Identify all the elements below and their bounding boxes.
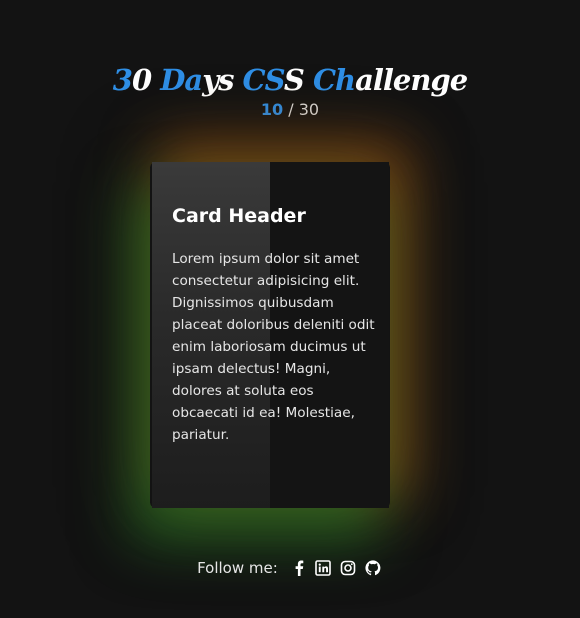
title-part: S (283, 63, 313, 97)
instagram-icon[interactable] (340, 560, 356, 576)
github-icon[interactable] (365, 559, 381, 576)
footer: Follow me: (0, 556, 580, 578)
facebook-icon[interactable] (291, 560, 307, 576)
counter-current: 10 (260, 100, 284, 119)
title-part: ys (202, 63, 243, 97)
page-title: 30 Days CSS Challenge (0, 60, 580, 100)
title-part: 0 (131, 63, 161, 97)
counter-separator: / (288, 100, 294, 119)
follow-label: Follow me: (197, 558, 278, 577)
page: 30 Days CSS Challenge 10 / 30 Card Heade… (0, 0, 580, 618)
day-counter: 10 / 30 (0, 100, 580, 120)
card: Card Header Lorem ipsum dolor sit amet c… (152, 162, 389, 508)
card-body-text: Lorem ipsum dolor sit amet consectetur a… (172, 251, 375, 443)
linkedin-icon[interactable] (315, 559, 332, 576)
card-content: Card Header Lorem ipsum dolor sit amet c… (172, 202, 377, 446)
counter-total: 30 (298, 100, 320, 119)
title-part: 3 (112, 63, 133, 97)
card-header: Card Header (172, 205, 306, 227)
title-part: Da (160, 63, 203, 97)
title-part: allenge (355, 63, 468, 97)
title-part: Ch (312, 63, 356, 97)
title-part: CS (242, 63, 285, 97)
